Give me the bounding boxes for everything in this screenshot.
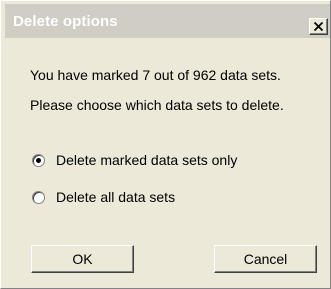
radio-label: Delete marked data sets only xyxy=(56,152,238,168)
radio-button[interactable] xyxy=(32,190,45,204)
choose-instruction-message: Please choose which data sets to delete. xyxy=(30,97,284,113)
radio-delete-all[interactable]: Delete all data sets xyxy=(32,188,175,206)
ok-button[interactable]: OK xyxy=(31,245,134,273)
radio-selected-dot xyxy=(36,157,41,163)
delete-options-dialog: Delete options You have marked 7 out of … xyxy=(0,0,331,289)
radio-label: Delete all data sets xyxy=(56,189,176,205)
radio-button[interactable] xyxy=(32,153,45,167)
close-icon xyxy=(314,22,323,31)
title-bar[interactable]: Delete options xyxy=(5,4,330,38)
marked-count-message: You have marked 7 out of 962 data sets. xyxy=(30,67,281,83)
radio-delete-marked[interactable]: Delete marked data sets only xyxy=(32,151,237,169)
dialog-title: Delete options xyxy=(13,13,118,30)
close-button[interactable] xyxy=(309,18,328,35)
cancel-button[interactable]: Cancel xyxy=(214,245,317,273)
